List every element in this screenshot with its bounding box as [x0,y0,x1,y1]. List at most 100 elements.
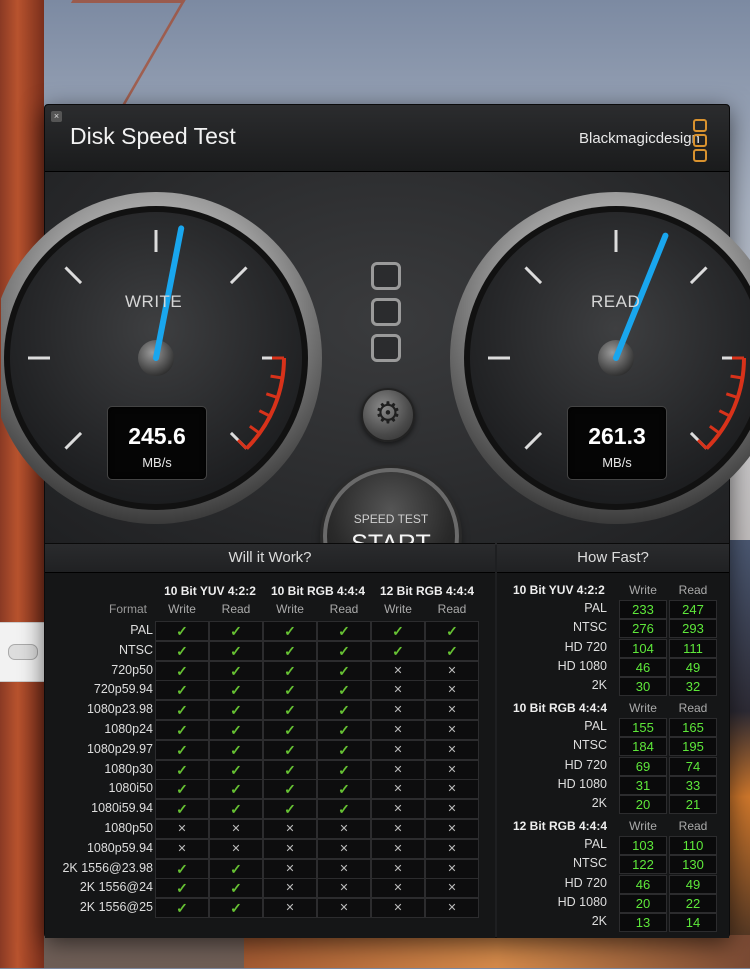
speed-row: PAL 103 110 [505,836,721,855]
check-icon: ✓ [209,898,263,919]
speed-row: HD 720 104 111 [505,638,721,658]
read-speed-cell: 22 [669,893,717,913]
read-speed-cell: 49 [669,657,717,677]
check-icon: ✓ [263,719,317,740]
format-label: HD 1080 [557,776,607,791]
read-speed-cell: 74 [669,756,717,776]
speed-row: HD 1080 31 33 [505,775,721,795]
gauge-redline-tick [270,374,283,380]
check-icon: ✓ [263,739,317,760]
format-label: 1080p30 [104,761,153,776]
read-column-header: Read [678,701,708,715]
cross-icon: ✕ [425,818,479,839]
write-speed-cell: 46 [619,657,667,677]
table-row: 1080p29.97 ✓ ✓ ✓ ✓ ✕ ✕ [53,739,481,760]
will-it-work-panel: Will it Work? 10 Bit YUV 4:2:2 10 Bit RG… [45,543,495,938]
format-label: PAL [584,601,607,615]
write-speed-cell: 276 [619,619,667,639]
table-row: 720p59.94 ✓ ✓ ✓ ✓ ✕ ✕ [53,680,481,701]
speed-row: PAL 155 165 [505,718,721,737]
check-icon: ✓ [155,898,209,919]
cross-icon: ✕ [425,799,479,820]
cross-icon: ✕ [371,779,425,800]
check-icon: ✓ [155,779,209,800]
cross-icon: ✕ [371,818,425,839]
speed-group: 12 Bit RGB 4:4:4 Write Read PAL 103 110 NTSC 12… [505,816,721,933]
table-row: 720p50 ✓ ✓ ✓ ✓ ✕ ✕ [53,660,481,681]
read-speed-unit: MB/s [602,455,632,470]
format-label: 1080i59.94 [91,801,153,816]
check-icon: ✓ [209,640,263,661]
format-label: 1080p50 [104,820,153,835]
speed-row: 2K 20 21 [505,795,721,815]
format-label: HD 720 [564,639,607,654]
write-speed-unit: MB/s [142,455,172,470]
check-icon: ✓ [209,680,263,701]
write-speed-cell: 31 [619,775,667,795]
check-icon: ✓ [155,700,209,721]
write-speed-cell: 13 [619,913,667,933]
table-row: 1080i59.94 ✓ ✓ ✓ ✓ ✕ ✕ [53,799,481,820]
read-speed-value: 261.3 [588,423,646,449]
cross-icon: ✕ [263,838,317,859]
cross-icon: ✕ [425,898,479,919]
check-icon: ✓ [155,858,209,879]
speed-group-title: 12 Bit RGB 4:4:4 [513,819,608,833]
cross-icon: ✕ [425,779,479,800]
read-column-header: Read [221,602,251,616]
cross-icon: ✕ [425,858,479,879]
gauge-redline-tick [730,374,743,380]
format-label: HD 720 [564,875,607,890]
check-icon: ✓ [317,779,371,800]
check-icon: ✓ [155,799,209,820]
write-speed-cell: 20 [619,893,667,913]
check-icon: ✓ [317,700,371,721]
check-icon: ✓ [425,640,479,661]
cross-icon: ✕ [263,858,317,879]
read-column-header: Read [678,819,708,833]
table-row: NTSC ✓ ✓ ✓ ✓ ✓ ✓ [53,640,481,661]
cross-icon: ✕ [371,858,425,879]
check-icon: ✓ [371,640,425,661]
speed-row: HD 720 69 74 [505,756,721,776]
check-icon: ✓ [425,621,479,641]
write-speed-cell: 103 [619,836,667,855]
table-row: 1080p30 ✓ ✓ ✓ ✓ ✕ ✕ [53,759,481,780]
cross-icon: ✕ [371,719,425,740]
cross-icon: ✕ [263,878,317,899]
read-column-header: Read [437,602,467,616]
read-speed-cell: 165 [669,718,717,737]
disk-speed-test-window: × Disk Speed Test Blackmagicdesign WRITE… [1,104,750,938]
cross-icon: ✕ [317,878,371,899]
group-header: 10 Bit YUV 4:2:2 [164,584,256,598]
group-header: 10 Bit RGB 4:4:4 [270,584,366,598]
write-speed-cell: 155 [619,718,667,737]
check-icon: ✓ [263,680,317,701]
speed-group-title: 10 Bit YUV 4:2:2 [513,583,605,597]
check-icon: ✓ [263,640,317,661]
write-gauge-label: WRITE [125,292,183,311]
check-icon: ✓ [317,739,371,760]
table-row: 2K 1556@24 ✓ ✓ ✕ ✕ ✕ ✕ [53,878,481,899]
cross-icon: ✕ [263,898,317,919]
cross-icon: ✕ [425,719,479,740]
check-icon: ✓ [209,700,263,721]
format-label: NTSC [572,738,607,753]
group-header: 12 Bit RGB 4:4:4 [379,584,475,598]
cross-icon: ✕ [155,838,209,859]
gauge-panel: WRITE READ 245.6 MB/s 261.3 MB/s ⚙ SPEED… [1,172,750,604]
format-label: 1080i50 [108,781,154,796]
how-fast-panel: How Fast? 10 Bit YUV 4:2:2 Write Read PAL 23… [497,543,729,938]
cross-icon: ✕ [371,838,425,859]
check-icon: ✓ [155,680,209,701]
settings-button[interactable]: ⚙ [361,388,415,442]
check-icon: ✓ [317,680,371,701]
table-row: PAL ✓ ✓ ✓ ✓ ✓ ✓ [53,621,481,641]
write-column-header: Write [276,602,304,616]
check-icon: ✓ [263,779,317,800]
read-speed-cell: 32 [669,677,717,697]
check-icon: ✓ [155,878,209,899]
check-icon: ✓ [317,799,371,820]
cross-icon: ✕ [209,838,263,859]
start-button-subtitle: SPEED TEST [353,512,429,526]
